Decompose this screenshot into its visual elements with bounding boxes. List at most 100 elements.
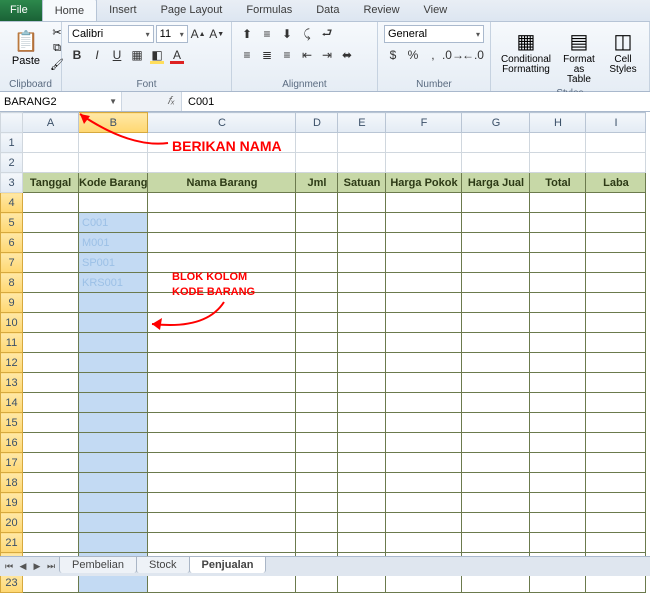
cell-D15[interactable]: [296, 413, 338, 433]
cell-H2[interactable]: [530, 153, 586, 173]
align-left-icon[interactable]: ≡: [238, 46, 256, 64]
cell-B21[interactable]: [79, 533, 148, 553]
decrease-font-icon[interactable]: A▼: [208, 25, 225, 43]
cell-D17[interactable]: [296, 453, 338, 473]
cell-C4[interactable]: [148, 193, 296, 213]
cell-H14[interactable]: [530, 393, 586, 413]
cell-A15[interactable]: [23, 413, 79, 433]
cell-A18[interactable]: [23, 473, 79, 493]
cell-B14[interactable]: [79, 393, 148, 413]
cell-E4[interactable]: [338, 193, 386, 213]
cell-F14[interactable]: [386, 393, 462, 413]
cell-B20[interactable]: [79, 513, 148, 533]
cell-E18[interactable]: [338, 473, 386, 493]
cell-D21[interactable]: [296, 533, 338, 553]
align-middle-icon[interactable]: ≡: [258, 25, 276, 43]
cell-A5[interactable]: [23, 213, 79, 233]
cell-C1[interactable]: [148, 133, 296, 153]
italic-button[interactable]: I: [88, 46, 106, 64]
cell-I16[interactable]: [586, 433, 646, 453]
align-bottom-icon[interactable]: ⬇: [278, 25, 296, 43]
cell-E12[interactable]: [338, 353, 386, 373]
column-header-C[interactable]: C: [148, 113, 296, 133]
ribbon-tab-review[interactable]: Review: [351, 0, 411, 21]
cell-C16[interactable]: [148, 433, 296, 453]
cell-H9[interactable]: [530, 293, 586, 313]
cell-I19[interactable]: [586, 493, 646, 513]
cell-C10[interactable]: [148, 313, 296, 333]
row-header-12[interactable]: 12: [1, 353, 23, 373]
conditional-formatting-button[interactable]: ▦Conditional Formatting: [497, 25, 555, 77]
cell-C20[interactable]: [148, 513, 296, 533]
cell-I12[interactable]: [586, 353, 646, 373]
cell-C2[interactable]: [148, 153, 296, 173]
cell-I11[interactable]: [586, 333, 646, 353]
cell-B9[interactable]: [79, 293, 148, 313]
cell-C3[interactable]: Nama Barang: [148, 173, 296, 193]
font-size-combo[interactable]: 11▾: [156, 25, 188, 43]
cell-H8[interactable]: [530, 273, 586, 293]
row-header-20[interactable]: 20: [1, 513, 23, 533]
row-header-21[interactable]: 21: [1, 533, 23, 553]
cell-C8[interactable]: [148, 273, 296, 293]
cell-A10[interactable]: [23, 313, 79, 333]
borders-button[interactable]: ▦: [128, 46, 146, 64]
cell-D9[interactable]: [296, 293, 338, 313]
cell-H19[interactable]: [530, 493, 586, 513]
cell-I1[interactable]: [586, 133, 646, 153]
cell-I5[interactable]: [586, 213, 646, 233]
cell-I2[interactable]: [586, 153, 646, 173]
cell-H18[interactable]: [530, 473, 586, 493]
cell-C18[interactable]: [148, 473, 296, 493]
align-top-icon[interactable]: ⬆: [238, 25, 256, 43]
cell-A3[interactable]: Tanggal: [23, 173, 79, 193]
cell-A17[interactable]: [23, 453, 79, 473]
format-as-table-button[interactable]: ▤Format as Table: [559, 25, 599, 87]
cell-H13[interactable]: [530, 373, 586, 393]
cell-E7[interactable]: [338, 253, 386, 273]
cell-D20[interactable]: [296, 513, 338, 533]
cell-G6[interactable]: [462, 233, 530, 253]
cell-G12[interactable]: [462, 353, 530, 373]
cell-D8[interactable]: [296, 273, 338, 293]
cell-G8[interactable]: [462, 273, 530, 293]
cell-H6[interactable]: [530, 233, 586, 253]
cell-B18[interactable]: [79, 473, 148, 493]
cell-G11[interactable]: [462, 333, 530, 353]
cell-D3[interactable]: Jml: [296, 173, 338, 193]
cell-A19[interactable]: [23, 493, 79, 513]
cell-D12[interactable]: [296, 353, 338, 373]
cell-F18[interactable]: [386, 473, 462, 493]
cell-I17[interactable]: [586, 453, 646, 473]
row-header-1[interactable]: 1: [1, 133, 23, 153]
cell-F9[interactable]: [386, 293, 462, 313]
cell-H17[interactable]: [530, 453, 586, 473]
row-header-18[interactable]: 18: [1, 473, 23, 493]
cell-H4[interactable]: [530, 193, 586, 213]
cell-G3[interactable]: Harga Jual: [462, 173, 530, 193]
cell-A6[interactable]: [23, 233, 79, 253]
cell-H7[interactable]: [530, 253, 586, 273]
cell-D2[interactable]: [296, 153, 338, 173]
cell-E9[interactable]: [338, 293, 386, 313]
cell-C12[interactable]: [148, 353, 296, 373]
row-header-7[interactable]: 7: [1, 253, 23, 273]
cell-E21[interactable]: [338, 533, 386, 553]
cell-D10[interactable]: [296, 313, 338, 333]
cell-E13[interactable]: [338, 373, 386, 393]
row-header-16[interactable]: 16: [1, 433, 23, 453]
sheet-nav[interactable]: ⏮◀▶⏭: [0, 561, 60, 572]
row-header-14[interactable]: 14: [1, 393, 23, 413]
paste-button[interactable]: 📋 Paste: [6, 25, 46, 69]
cell-F1[interactable]: [386, 133, 462, 153]
cell-F13[interactable]: [386, 373, 462, 393]
cell-G5[interactable]: [462, 213, 530, 233]
cell-B10[interactable]: [79, 313, 148, 333]
cell-E2[interactable]: [338, 153, 386, 173]
cell-A16[interactable]: [23, 433, 79, 453]
merge-center-icon[interactable]: ⬌: [338, 46, 356, 64]
formula-input[interactable]: C001: [182, 92, 650, 111]
cell-E14[interactable]: [338, 393, 386, 413]
cell-I18[interactable]: [586, 473, 646, 493]
cell-F10[interactable]: [386, 313, 462, 333]
